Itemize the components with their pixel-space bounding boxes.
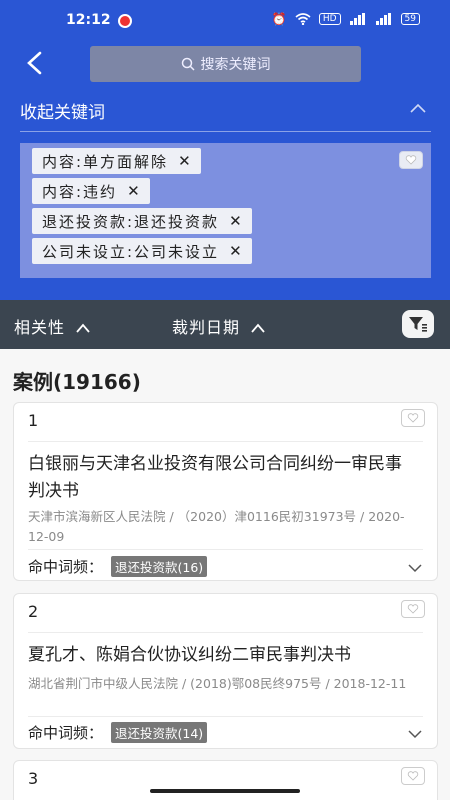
results-count: 案例(19166) (13, 370, 141, 394)
hit-frequency: 命中词频： 退还投资款(16) (28, 556, 208, 577)
keyword-chip-label: 内容:单方面解除 (42, 152, 169, 171)
hit-keyword-badge: 退还投资款(14) (111, 722, 208, 743)
collapse-keywords-label: 收起关键词 (20, 103, 105, 123)
hit-frequency-label: 命中词频： (28, 724, 104, 742)
favorite-button[interactable] (401, 409, 425, 427)
case-card[interactable]: 1 白银丽与天津名业投资有限公司合同纠纷一审民事判决书 天津市滨海新区人民法院 … (13, 402, 438, 581)
sort-bar: 相关性 裁判日期 (0, 300, 450, 349)
search-placeholder: 搜索关键词 (200, 57, 271, 73)
header-area: 12:12 ⏰ HD 59 搜索关键词 收起关键词 内容:单方面解除 ✕ 内容:… (0, 0, 450, 300)
battery-icon: 59 (400, 13, 420, 25)
notification-app-icon (118, 14, 132, 28)
heart-icon (407, 413, 419, 423)
collapse-keywords-toggle[interactable]: 收起关键词 (20, 92, 431, 132)
filter-button[interactable] (402, 310, 434, 338)
wifi-icon (295, 13, 311, 25)
search-icon (181, 57, 195, 71)
close-icon[interactable]: ✕ (229, 242, 242, 260)
home-indicator[interactable] (150, 789, 300, 793)
case-title[interactable]: 夏孔才、陈娟合伙协议纠纷二审民事判决书 (28, 642, 417, 669)
hit-frequency-label: 命中词频： (28, 558, 104, 576)
signal-icon-2 (375, 13, 391, 25)
sort-relevance-button[interactable]: 相关性 (14, 314, 91, 338)
chevron-down-icon[interactable] (407, 563, 423, 573)
case-card[interactable]: 3 (13, 760, 438, 800)
keyword-chip[interactable]: 内容:单方面解除 ✕ (32, 148, 201, 174)
chevron-up-icon (76, 323, 90, 333)
keyword-chip[interactable]: 公司未设立:公司未设立 ✕ (32, 238, 252, 264)
search-input[interactable]: 搜索关键词 (90, 46, 361, 82)
results-list: 案例(19166) 1 白银丽与天津名业投资有限公司合同纠纷一审民事判决书 天津… (0, 349, 450, 800)
keyword-chip-label: 退还投资款:退还投资款 (42, 212, 220, 231)
favorite-button[interactable] (401, 767, 425, 785)
chevron-down-icon[interactable] (407, 729, 423, 739)
alarm-icon: ⏰ (271, 12, 287, 26)
keyword-chip-label: 公司未设立:公司未设立 (42, 242, 220, 261)
case-card[interactable]: 2 夏孔才、陈娟合伙协议纠纷二审民事判决书 湖北省荆门市中级人民法院 / (20… (13, 593, 438, 749)
case-meta: 天津市滨海新区人民法院 / （2020）津0116民初31973号 / 2020… (28, 509, 405, 544)
keyword-chip[interactable]: 退还投资款:退还投资款 ✕ (32, 208, 252, 234)
heart-icon (407, 771, 419, 781)
sort-relevance-label: 相关性 (14, 318, 66, 337)
keyword-chip-label: 内容:违约 (42, 182, 118, 201)
divider (28, 716, 423, 717)
keyword-chip[interactable]: 内容:违约 ✕ (32, 178, 150, 204)
hit-frequency: 命中词频： 退还投资款(14) (28, 722, 208, 743)
status-bar: 12:12 ⏰ HD 59 (0, 0, 450, 40)
status-icons: ⏰ HD 59 (272, 12, 420, 26)
keyword-panel: 内容:单方面解除 ✕ 内容:违约 ✕ 退还投资款:退还投资款 ✕ 公司未设立:公… (20, 143, 431, 278)
status-time: 12:12 (66, 12, 111, 28)
sort-date-label: 裁判日期 (172, 318, 241, 337)
back-button[interactable] (24, 50, 48, 76)
close-icon[interactable]: ✕ (178, 152, 191, 170)
case-index: 1 (28, 411, 39, 430)
divider (28, 441, 423, 442)
divider (28, 632, 423, 633)
case-index: 2 (28, 602, 39, 621)
heart-icon (407, 604, 419, 614)
chevron-up-icon (251, 323, 265, 333)
chevron-up-icon (410, 103, 426, 113)
divider (28, 549, 423, 550)
signal-icon (349, 13, 365, 25)
hit-keyword-badge: 退还投资款(16) (111, 556, 208, 577)
sort-date-button[interactable]: 裁判日期 (172, 314, 266, 338)
favorite-button[interactable] (401, 600, 425, 618)
case-title[interactable]: 白银丽与天津名业投资有限公司合同纠纷一审民事判决书 (28, 451, 417, 505)
filter-icon (409, 317, 427, 332)
hd-icon: HD (318, 13, 341, 25)
case-meta: 湖北省荆门市中级人民法院 / (2018)鄂08民终975号 / 2018-12… (28, 676, 407, 691)
heart-icon (405, 155, 417, 165)
chevron-left-icon (27, 51, 42, 75)
close-icon[interactable]: ✕ (127, 182, 140, 200)
close-icon[interactable]: ✕ (229, 212, 242, 230)
save-keywords-button[interactable] (399, 151, 423, 169)
case-index: 3 (28, 769, 39, 788)
